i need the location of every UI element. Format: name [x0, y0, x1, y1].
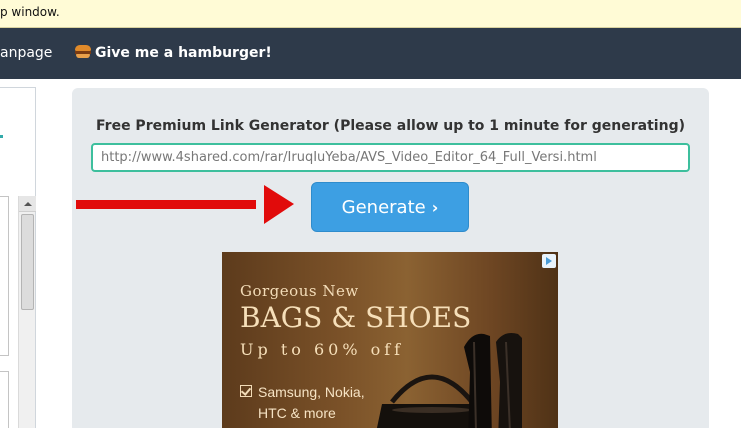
ad-product-image — [376, 333, 522, 428]
link-url-input[interactable] — [91, 143, 690, 172]
generator-title: Free Premium Link Generator (Please allo… — [96, 118, 685, 134]
generate-button-label: Generate — [341, 196, 426, 218]
generate-button[interactable]: Generate › — [311, 182, 469, 232]
left-list-box-secondary — [0, 371, 9, 428]
panel-marker — [0, 135, 3, 138]
notice-bar: p window. — [0, 0, 741, 28]
chevron-right-icon: › — [431, 197, 439, 217]
nav-link-mainpage[interactable]: anpage — [0, 45, 52, 61]
advertisement-banner[interactable]: Gorgeous New BAGS & SHOES Up to 60% off … — [222, 252, 558, 428]
adchoices-icon[interactable] — [542, 254, 556, 268]
notice-text: p window. — [0, 5, 60, 19]
hamburger-icon — [75, 45, 91, 59]
ad-headline: Gorgeous New — [240, 282, 359, 300]
checkbox-icon — [240, 385, 252, 397]
scrollbar-thumb[interactable] — [21, 214, 34, 310]
red-arrow — [76, 185, 294, 224]
nav-link-hamburger[interactable]: Give me a hamburger! — [75, 45, 272, 61]
nav-link-hamburger-label: Give me a hamburger! — [95, 45, 272, 61]
top-navbar: anpage Give me a hamburger! — [0, 28, 741, 79]
vertical-scrollbar[interactable] — [18, 196, 36, 428]
left-side-panel — [0, 87, 36, 428]
ad-brands-line1: Samsung, Nokia, — [258, 384, 365, 400]
ad-brands-line2: HTC & more — [258, 405, 336, 421]
scroll-up-icon[interactable] — [19, 196, 36, 212]
left-list-box — [0, 196, 9, 356]
generator-panel: Free Premium Link Generator (Please allo… — [72, 88, 709, 428]
